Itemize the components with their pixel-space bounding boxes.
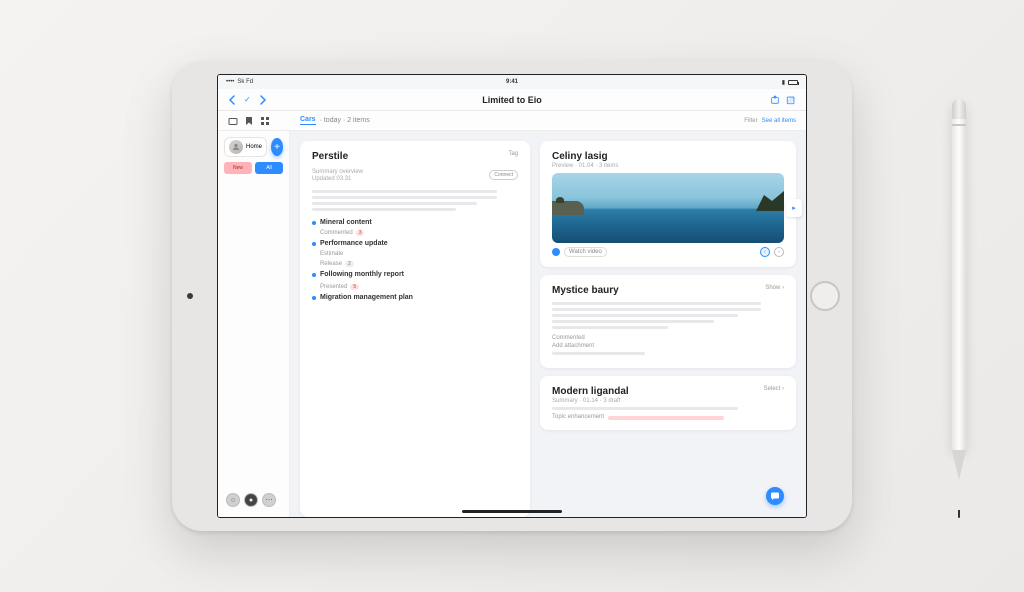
collapse-button[interactable]: ▸ xyxy=(786,199,802,217)
see-all-link[interactable]: See all items xyxy=(762,118,796,124)
sec4-label: Following monthly report xyxy=(320,271,404,278)
front-camera xyxy=(187,293,193,299)
sec5-label: Presented xyxy=(320,284,347,290)
sec2-label: Performance update xyxy=(320,240,388,247)
sidebar-avatar-card[interactable]: Home xyxy=(224,137,267,157)
gallery-next-icon[interactable]: › xyxy=(774,247,784,257)
chat-fab[interactable] xyxy=(766,487,784,505)
sec3-label: Release xyxy=(320,261,342,267)
sec2-sub: Estimate xyxy=(320,251,518,257)
forward-button[interactable] xyxy=(259,95,267,105)
profile-tag: Tag xyxy=(508,151,518,157)
check-icon: ✓ xyxy=(244,95,251,104)
tab-trail: · today · 2 items xyxy=(320,117,370,124)
gallery-title: Celiny lasig xyxy=(552,151,618,162)
toolbar: Cars · today · 2 items Filter See all it… xyxy=(218,111,806,131)
mystery-link[interactable]: Show › xyxy=(765,285,784,291)
profile-sub1: Summary overview xyxy=(312,169,363,175)
profile-card: Perstile Tag Summary overview Updated 03… xyxy=(300,141,530,517)
screen: •••• Sk Fd 9:41 ▮ ✓ Limited to Eio xyxy=(217,74,807,518)
profile-title: Perstile xyxy=(312,151,348,162)
modern-foot: Topic enhancement xyxy=(552,414,604,420)
status-signal-icon: •••• xyxy=(226,79,234,85)
sec1-label: Mineral content xyxy=(320,219,372,226)
compose-icon[interactable] xyxy=(786,95,796,105)
inbox-icon[interactable] xyxy=(228,116,238,126)
add-button[interactable]: + xyxy=(271,138,283,156)
play-icon[interactable] xyxy=(552,248,560,256)
status-carrier: Sk Fd xyxy=(237,79,253,85)
avatar-label: Home xyxy=(246,144,262,150)
status-bar: •••• Sk Fd 9:41 ▮ xyxy=(218,75,806,89)
page-title: Limited to Eio xyxy=(482,95,542,105)
share-icon[interactable] xyxy=(770,95,780,105)
filter-label: Filter xyxy=(744,118,757,124)
sec6-label: Migration management plan xyxy=(320,294,413,301)
tablet-frame: •••• Sk Fd 9:41 ▮ ✓ Limited to Eio xyxy=(172,61,852,531)
pill-all[interactable]: All xyxy=(255,162,283,174)
battery-icon xyxy=(788,80,798,85)
status-percent: ▮ xyxy=(782,79,785,86)
sec5-tag: 5 xyxy=(350,284,359,290)
grid-icon[interactable] xyxy=(260,116,270,126)
gallery-prev-icon[interactable]: ‹ xyxy=(760,247,770,257)
sidebar-chip-3[interactable]: ⋯ xyxy=(262,493,276,507)
bookmark-icon[interactable] xyxy=(244,116,254,126)
gallery-chip[interactable]: Watch video xyxy=(564,247,607,257)
content: Perstile Tag Summary overview Updated 03… xyxy=(290,131,806,517)
main: Home + New All ○ ● ⋯ xyxy=(218,131,806,517)
modern-title: Modern ligandal xyxy=(552,386,629,397)
connect-button[interactable]: Connect xyxy=(489,170,518,180)
home-indicator[interactable] xyxy=(462,510,562,513)
mystery-foot1: Commented xyxy=(552,335,784,341)
sec1-tag: 3 xyxy=(356,230,365,236)
avatar-icon xyxy=(229,140,243,154)
modern-sub: Summary · 01.14 · 3 draft xyxy=(552,398,629,404)
modern-card: Modern ligandal Summary · 01.14 · 3 draf… xyxy=(540,376,796,430)
gallery-card: Celiny lasig Preview · 01.04 · 3 items W… xyxy=(540,141,796,267)
stylus xyxy=(952,100,966,490)
home-button[interactable] xyxy=(810,281,840,311)
sec1-sub: Commented xyxy=(320,230,353,236)
mystery-foot2[interactable]: Add attachment xyxy=(552,343,784,349)
gallery-sub: Preview · 01.04 · 3 items xyxy=(552,163,618,169)
nav-bar: ✓ Limited to Eio xyxy=(218,89,806,111)
gallery-image[interactable] xyxy=(552,173,784,243)
highlight-bar xyxy=(608,416,724,420)
modern-link[interactable]: Select › xyxy=(764,386,784,392)
sidebar-chip-2[interactable]: ● xyxy=(244,493,258,507)
mystery-title: Mystice baury xyxy=(552,285,619,296)
pill-new[interactable]: New xyxy=(224,162,252,174)
profile-sub2: Updated 03.31 xyxy=(312,176,363,182)
sidebar: Home + New All ○ ● ⋯ xyxy=(218,131,290,517)
mystery-card: Mystice baury Show › Commented Add attac… xyxy=(540,275,796,368)
tab-active[interactable]: Cars xyxy=(300,116,316,125)
back-button[interactable] xyxy=(228,95,236,105)
status-time: 9:41 xyxy=(506,79,518,85)
sidebar-chip-1[interactable]: ○ xyxy=(226,493,240,507)
sec3-tag: 2 xyxy=(345,261,354,267)
